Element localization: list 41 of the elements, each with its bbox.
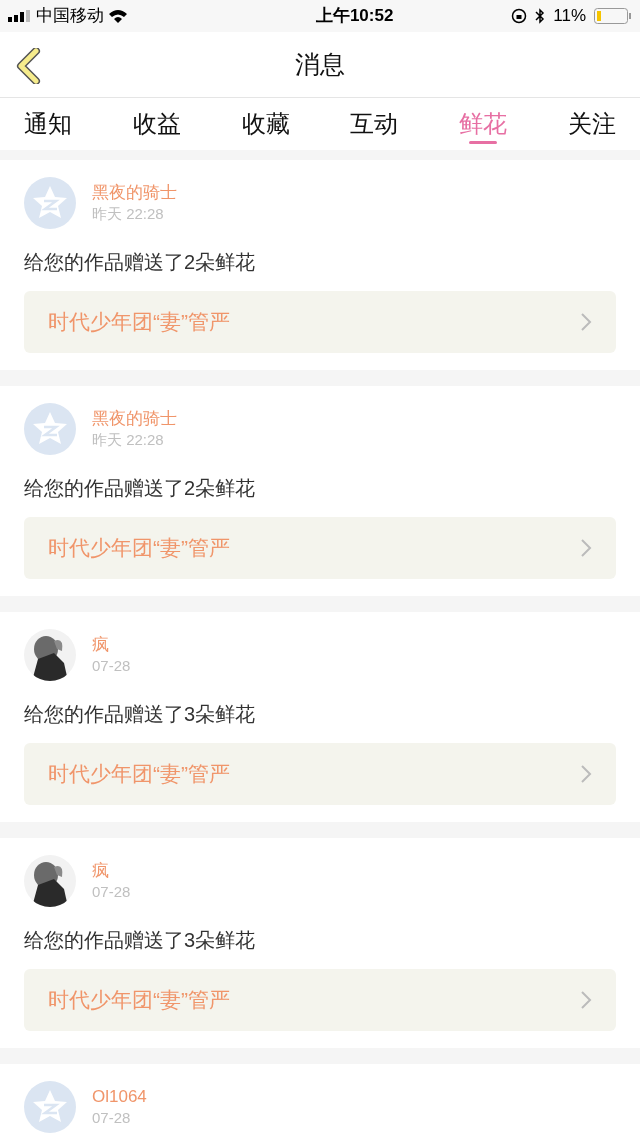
back-icon [16,48,42,84]
wifi-icon [108,9,128,23]
sender-name[interactable]: Ol1064 [92,1086,147,1108]
message-time: 07-28 [92,1108,132,1128]
work-link[interactable]: 时代少年团“妻”管严 [24,517,616,579]
page-title: 消息 [295,48,345,80]
message-text: 给您的作品赠送了2朵鲜花 [24,476,257,501]
clock: 上午10:52 [315,5,394,28]
tab[interactable]: 收益 [132,98,181,144]
sender-name[interactable]: 疯 [92,860,131,882]
bluetooth-icon [535,8,546,24]
work-link[interactable]: 时代少年团“妻”管严 [24,743,616,805]
tab[interactable]: 鲜花 [459,98,508,144]
work-link[interactable]: 时代少年团“妻”管严 [24,969,616,1031]
sender-name[interactable]: 疯 [92,634,131,656]
avatar-icon [24,177,76,229]
message-time: 07-28 [92,656,131,676]
message-time: 昨天 22:28 [92,430,165,450]
tab[interactable]: 收藏 [241,98,290,144]
signal-icon [8,10,32,22]
work-link[interactable]: 时代少年团“妻”管严 [24,291,616,353]
rotation-lock-icon [511,8,528,24]
sender-name[interactable]: 黑夜的骑士 [92,182,177,204]
message-text: 给您的作品赠送了3朵鲜花 [24,702,257,727]
message-time: 昨天 22:28 [92,204,165,224]
battery-icon [594,8,632,24]
message-text: 给您的作品赠送了3朵鲜花 [24,928,257,953]
chevron-icon [580,990,592,1010]
tab[interactable]: 关注 [568,98,616,144]
tab[interactable]: 通知 [24,98,72,144]
chevron-icon [580,312,592,332]
carrier-name: 中国移动 [36,5,104,28]
sender-name[interactable]: 黑夜的骑士 [92,408,177,430]
chevron-icon [580,538,592,558]
avatar-icon [24,1081,76,1133]
message-time: 07-28 [92,882,131,902]
battery-percent: 11% [553,5,586,28]
chevron-icon [580,764,592,784]
message-text: 给您的作品赠送了2朵鲜花 [24,250,257,275]
tab[interactable]: 互动 [350,98,399,144]
avatar-icon [24,403,76,455]
